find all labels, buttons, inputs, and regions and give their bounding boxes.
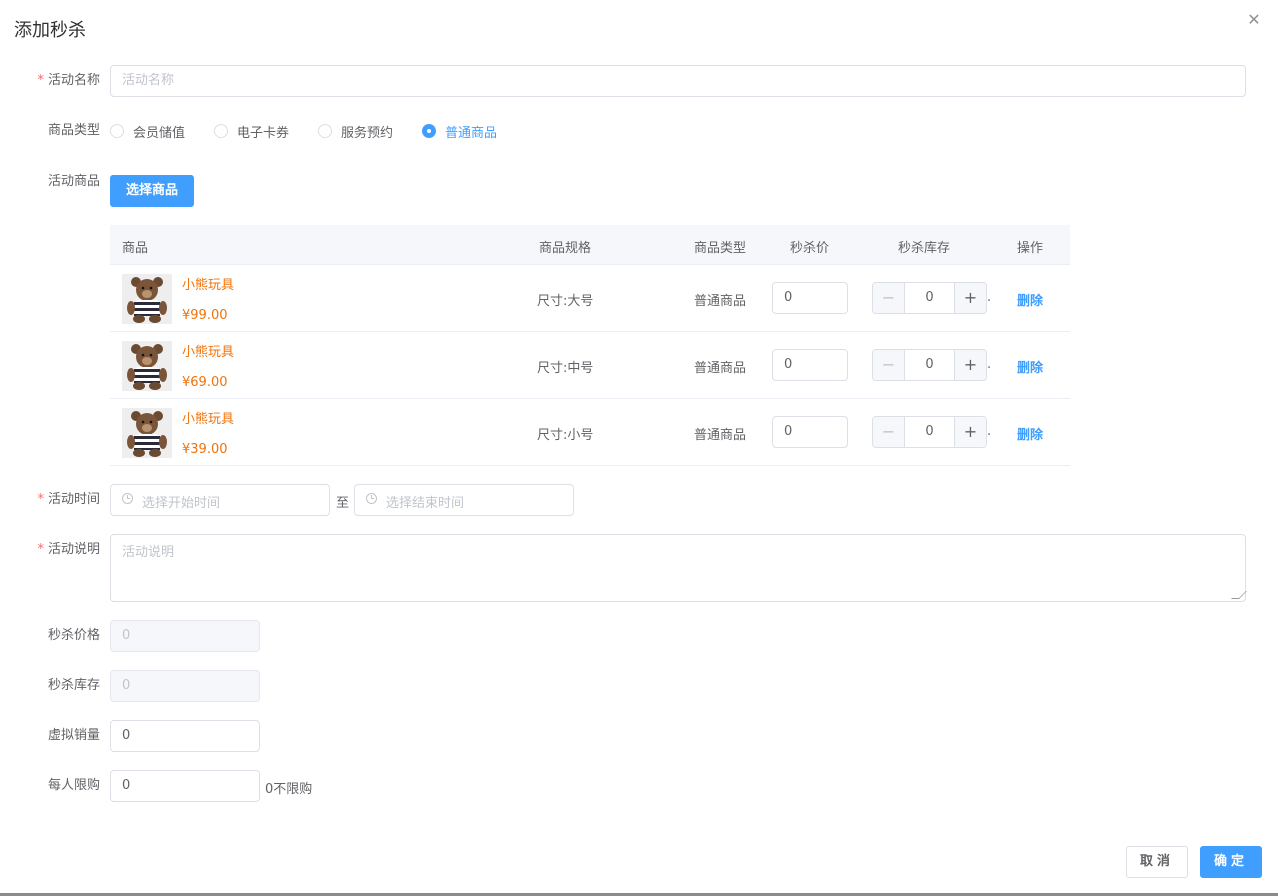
product-spec: 尺寸:小号 [537,428,594,443]
bear-toy-image [122,408,172,458]
radio-label: 电子卡券 [237,125,290,141]
table-row: 小熊玩具 ¥69.00 尺寸:中号 普通商品 0 − 0 + . 删除 [110,332,1070,399]
increase-button[interactable]: + [954,350,986,380]
activity-desc-placeholder: 活动说明 [122,545,175,560]
select-goods-button[interactable]: 选择商品 [110,175,194,207]
seckill-price-input[interactable]: 0 [772,416,848,448]
product-type-label: 商品类型 [47,123,100,138]
product-name: 小熊玩具 [182,412,235,427]
radio-dot [110,124,124,138]
seckill-stock-stepper: − 0 + [872,282,987,314]
radio-normal-goods[interactable]: 普通商品 [422,123,498,141]
dot-separator: . [987,290,992,305]
cancel-button[interactable]: 取消 [1126,846,1188,878]
activity-name-label-text: 活动名称 [47,73,100,88]
required-mark: * [37,492,44,507]
seckill-price-label: 秒杀价格 [47,628,100,643]
resize-handle-icon[interactable] [1231,591,1247,599]
delete-link[interactable]: 删除 [1017,290,1043,309]
virtual-sales-label: 虚拟销量 [47,728,100,743]
activity-desc-label: * 活动说明 [0,542,100,558]
product-type: 普通商品 [694,428,747,443]
required-mark: * [37,542,44,557]
product-type: 普通商品 [694,294,747,309]
close-icon[interactable]: ✕ [1246,12,1262,28]
activity-time-label-text: 活动时间 [47,492,100,507]
product-spec: 尺寸:中号 [537,361,594,376]
dot-separator: . [987,357,992,372]
radio-member-recharge[interactable]: 会员储值 [110,123,186,141]
radio-service-booking[interactable]: 服务预约 [318,123,394,141]
stock-value[interactable]: 0 [905,350,954,380]
radio-dot [318,124,332,138]
seckill-stock-label: 秒杀库存 [47,678,100,693]
th-action: 操作 [1017,241,1044,256]
activity-desc-textarea[interactable]: 活动说明 [110,534,1247,602]
start-time-picker[interactable]: 选择开始时间 [110,484,330,516]
delete-link[interactable]: 删除 [1017,357,1043,376]
increase-button[interactable]: + [954,417,986,447]
product-price: ¥39.00 [182,442,228,457]
required-mark: * [37,73,44,88]
th-seckill-stock: 秒杀库存 [898,241,951,256]
stock-value[interactable]: 0 [905,417,954,447]
limit-per-person-label: 每人限购 [47,778,100,793]
product-price: ¥99.00 [182,308,228,323]
radio-label: 会员储值 [133,125,186,141]
limit-hint: 0不限购 [265,782,313,797]
bear-toy-image [122,274,172,324]
start-time-placeholder: 选择开始时间 [142,496,221,511]
table-row: 小熊玩具 ¥99.00 尺寸:大号 普通商品 0 − 0 + . 删除 [110,265,1070,332]
th-goods: 商品 [122,241,149,256]
confirm-button[interactable]: 确定 [1200,846,1262,878]
virtual-sales-input[interactable]: 0 [110,720,260,752]
time-range-separator: 至 [336,496,350,511]
table-row: 小熊玩具 ¥39.00 尺寸:小号 普通商品 0 − 0 + . 删除 [110,399,1070,466]
activity-goods-label: 活动商品 [47,174,100,189]
delete-link[interactable]: 删除 [1017,424,1043,443]
seckill-price-input[interactable]: 0 [772,282,848,314]
radio-dot [422,124,436,138]
decrease-button[interactable]: − [873,283,905,313]
seckill-price-field: 0 [110,620,260,652]
decrease-button[interactable]: − [873,350,905,380]
goods-table: 商品 商品规格 商品类型 秒杀价 秒杀库存 操作 小熊玩具 ¥99.00 尺寸:… [110,225,1070,466]
th-type: 商品类型 [694,241,747,256]
clock-icon [366,493,377,504]
dialog-title: 添加秒杀 [14,20,86,41]
seckill-stock-field: 0 [110,670,260,702]
increase-button[interactable]: + [954,283,986,313]
seckill-price-input[interactable]: 0 [772,349,848,381]
product-name: 小熊玩具 [182,345,235,360]
product-type: 普通商品 [694,361,747,376]
stock-value[interactable]: 0 [905,283,954,313]
activity-name-input[interactable]: 活动名称 [110,65,1246,97]
decrease-button[interactable]: − [873,417,905,447]
radio-dot [214,124,228,138]
seckill-stock-stepper: − 0 + [872,349,987,381]
add-seckill-dialog: 添加秒杀 ✕ * 活动名称 活动名称 商品类型 会员储值 电子卡券 服务预约 普通… [0,0,1278,893]
activity-name-label: * 活动名称 [0,73,100,89]
end-time-placeholder: 选择结束时间 [386,496,465,511]
dot-separator: . [987,424,992,439]
product-spec: 尺寸:大号 [537,294,594,309]
bear-toy-image [122,341,172,391]
product-name: 小熊玩具 [182,278,235,293]
limit-per-person-input[interactable]: 0 [110,770,260,802]
th-seckill-price: 秒杀价 [790,241,830,256]
seckill-stock-stepper: − 0 + [872,416,987,448]
th-spec: 商品规格 [539,241,592,256]
product-price: ¥69.00 [182,375,228,390]
clock-icon [122,493,133,504]
radio-label: 服务预约 [341,125,394,141]
radio-e-card[interactable]: 电子卡券 [214,123,290,141]
end-time-picker[interactable]: 选择结束时间 [354,484,574,516]
activity-desc-label-text: 活动说明 [47,542,100,557]
table-header: 商品 商品规格 商品类型 秒杀价 秒杀库存 操作 [110,225,1070,265]
radio-label: 普通商品 [445,125,498,141]
activity-time-label: * 活动时间 [0,492,100,508]
